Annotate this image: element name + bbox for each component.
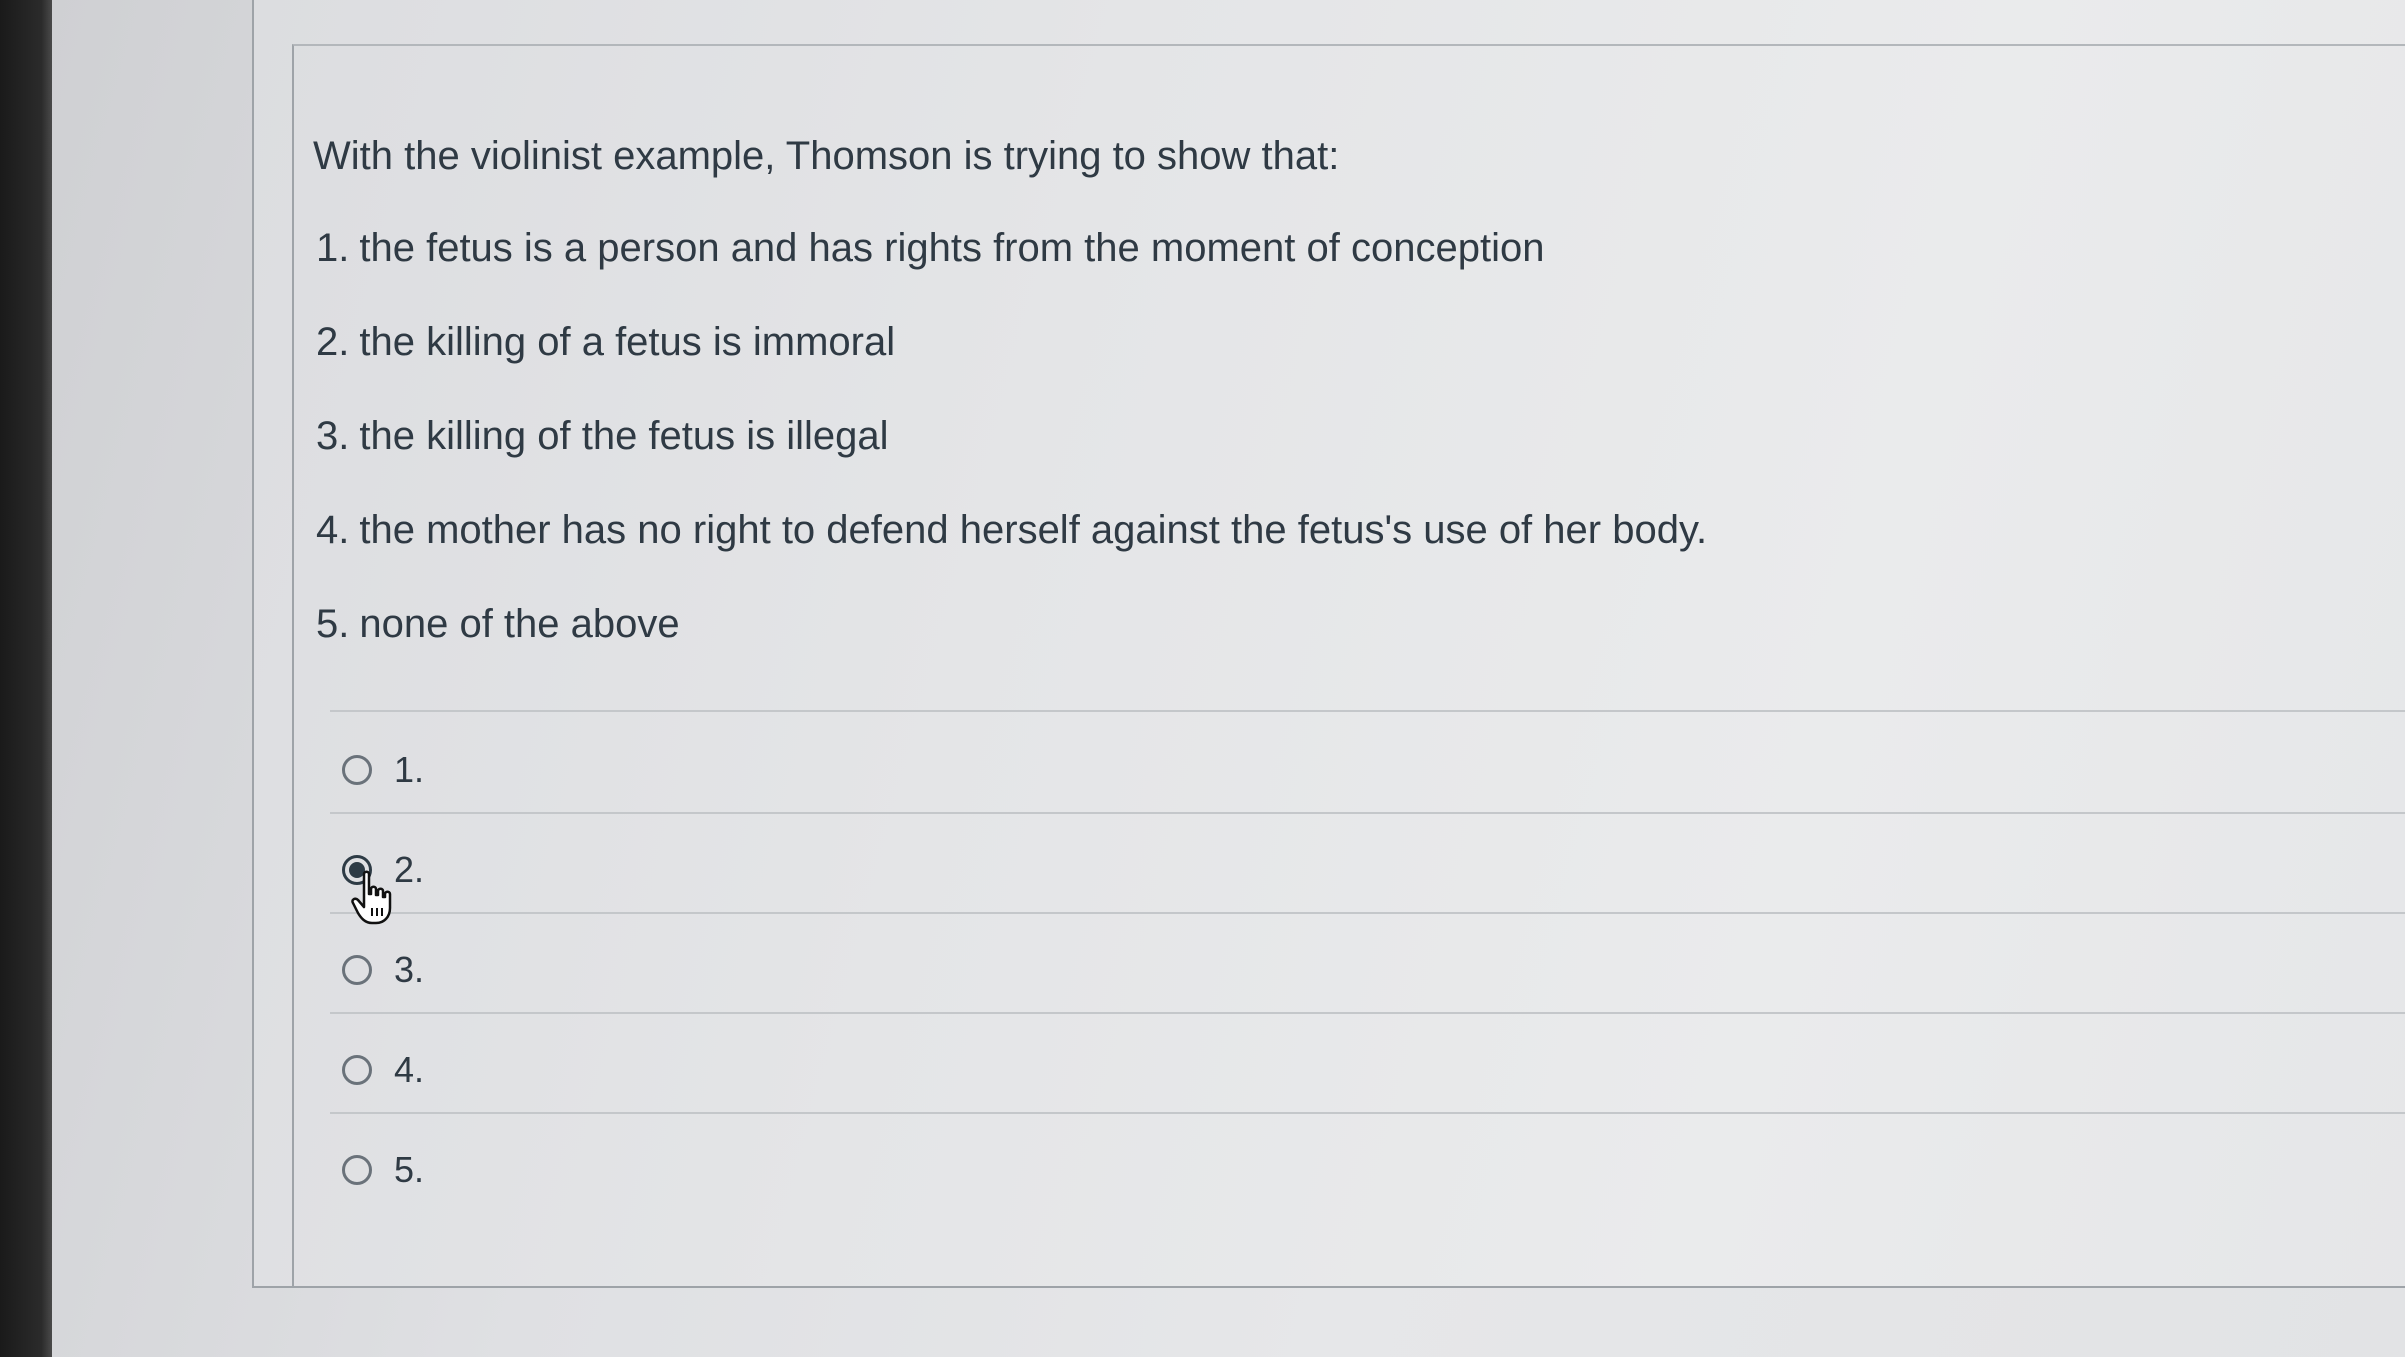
answers-top-divider: [330, 710, 2405, 712]
statement-item: 1. the fetus is a person and has rights f…: [316, 222, 2216, 316]
question-prompt: With the violinist example, Thomson is t…: [313, 134, 1340, 178]
answer-option-1[interactable]: 1.: [342, 720, 2402, 820]
statement-item: 4. the mother has no right to defend hers…: [316, 504, 2216, 598]
statement-number: 5.: [316, 602, 350, 646]
answer-label: 1.: [394, 749, 425, 790]
statement-text: none of the above: [359, 602, 680, 646]
answer-option-2[interactable]: 2.: [342, 820, 2402, 920]
statement-number: 3.: [316, 414, 350, 458]
radio-button-icon[interactable]: [342, 1055, 372, 1085]
statement-item: 2. the killing of a fetus is immoral: [316, 316, 2216, 410]
answer-option-4[interactable]: 4.: [342, 1020, 2402, 1120]
statement-text: the killing of a fetus is immoral: [359, 320, 896, 364]
statement-item: 5. none of the above: [316, 598, 2216, 692]
statement-item: 3. the killing of the fetus is illegal: [316, 410, 2216, 504]
answer-label: 4.: [394, 1049, 425, 1090]
answer-option-5[interactable]: 5.: [342, 1120, 2402, 1220]
statement-text: the fetus is a person and has rights fro…: [359, 226, 1545, 270]
answer-options: 1. 2. 3. 4. 5.: [342, 720, 2402, 1220]
screen-bezel: [0, 0, 52, 1357]
hand-pointer-icon: [351, 870, 392, 925]
radio-button-icon[interactable]: [342, 955, 372, 985]
radio-button-icon[interactable]: [342, 755, 372, 785]
statement-text: the killing of the fetus is illegal: [359, 414, 889, 458]
statement-text: the mother has no right to defend hersel…: [359, 508, 1708, 552]
answer-label: 3.: [394, 949, 425, 990]
answer-label: 5.: [394, 1149, 425, 1190]
statement-number: 4.: [316, 508, 350, 552]
answer-option-3[interactable]: 3.: [342, 920, 2402, 1020]
statement-number: 2.: [316, 320, 350, 364]
answer-label: 2.: [394, 849, 425, 890]
radio-button-icon[interactable]: [342, 1155, 372, 1185]
statement-list: 1. the fetus is a person and has rights f…: [316, 222, 2216, 692]
statement-number: 1.: [316, 226, 350, 270]
